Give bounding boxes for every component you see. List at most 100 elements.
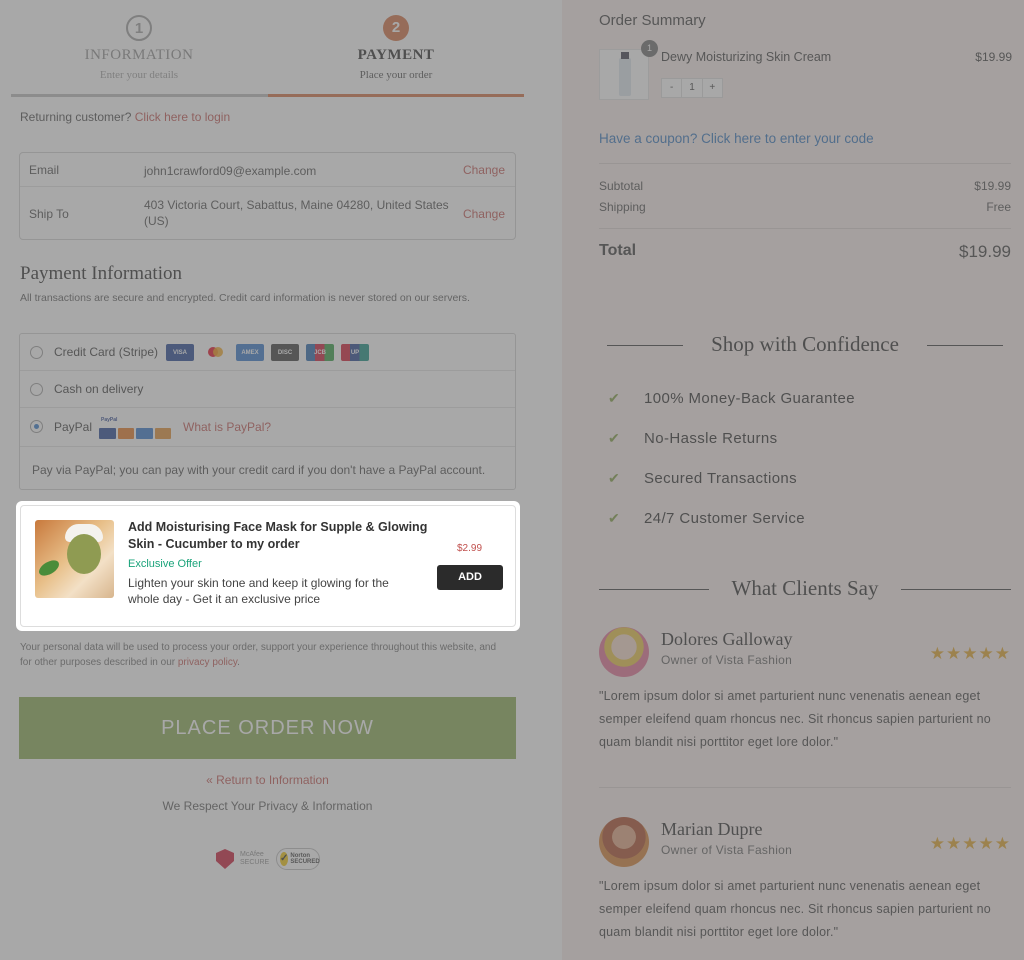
step-number: 1 [126, 15, 152, 41]
step-title: PAYMENT [357, 47, 435, 63]
payment-option-label: PayPal [54, 420, 93, 434]
confidence-item: ✔ No-Hassle Returns [608, 430, 778, 447]
confidence-item: ✔ 100% Money-Back Guarantee [608, 390, 855, 407]
offer-tag: Exclusive Offer [128, 558, 202, 570]
offer-title: Add Moisturising Face Mask for Supple & … [128, 520, 428, 551]
avatar [599, 817, 649, 867]
step-progress-bar [11, 94, 268, 97]
coupon-link[interactable]: Have a coupon? Click here to enter your … [599, 131, 874, 146]
avatar [599, 627, 649, 677]
reviewer-role: Owner of Vista Fashion [661, 653, 793, 667]
checkmark-icon: ✔ [608, 430, 621, 446]
personal-data-end: . [237, 657, 240, 668]
norton-badge: ✓ Norton SECURED [276, 848, 320, 870]
divider [599, 163, 1011, 164]
total-label: Total [599, 242, 637, 259]
subtotal-row: Subtotal $19.99 [599, 179, 1011, 193]
offer-price: $2.99 [457, 543, 483, 554]
confidence-item: ✔ 24/7 Customer Service [608, 510, 805, 527]
product-name: Dewy Moisturizing Skin Cream [661, 50, 832, 64]
confidence-label: No-Hassle Returns [644, 430, 778, 447]
discover-icon: DISC [271, 344, 299, 361]
order-summary-column: Order Summary 1 Dewy Moisturizing Skin C… [562, 0, 1024, 960]
personal-data-text: Your personal data will be used to proce… [20, 642, 497, 668]
confidence-title: Shop with Confidence [711, 332, 899, 356]
privacy-note: We Respect Your Privacy & Information [162, 799, 373, 813]
step-information[interactable]: 1 INFORMATION Enter your details [11, 13, 267, 97]
order-summary-title: Order Summary [599, 12, 706, 29]
confidence-heading: Shop with Confidence [599, 332, 1011, 357]
mastercard-icon [201, 344, 229, 361]
confidence-item: ✔ Secured Transactions [608, 470, 797, 487]
email-row: Email john1crawford09@example.com Change [20, 163, 515, 187]
step-subtitle: Enter your details [99, 69, 179, 81]
privacy-policy-link[interactable]: privacy policy [178, 657, 237, 668]
payment-option-paypal[interactable]: PayPal PayPal What is PayPal? [20, 408, 515, 447]
divider [599, 228, 1011, 229]
checkmark-icon: ✔ [608, 390, 621, 406]
shipping-row: Shipping Free [599, 200, 1011, 214]
amex-icon: AMEX [236, 344, 264, 361]
reviewer-name: Dolores Galloway [661, 629, 793, 649]
reviewer-role: Owner of Vista Fashion [661, 843, 793, 857]
what-is-paypal-link[interactable]: What is PayPal? [183, 420, 271, 434]
clients-heading: What Clients Say [599, 576, 1011, 601]
change-email-link[interactable]: Change [463, 163, 505, 177]
place-order-button[interactable]: PLACE ORDER NOW [19, 697, 516, 759]
norton-label: Norton SECURED [290, 853, 320, 865]
jcb-icon: JCB [306, 344, 334, 361]
change-address-link[interactable]: Change [463, 207, 505, 221]
radio-button-selected[interactable] [30, 420, 43, 433]
mcafee-label: McAfee SECURE [240, 851, 270, 866]
confidence-label: 24/7 Customer Service [644, 510, 805, 527]
ship-to-label: Ship To [29, 207, 69, 221]
payment-title: Payment Information [20, 263, 182, 284]
payment-methods: Credit Card (Stripe) VISA AMEX DISC JCB … [19, 333, 516, 490]
reviewer-name: Marian Dupre [661, 819, 763, 839]
personal-data-notice: Your personal data will be used to proce… [20, 640, 510, 670]
returning-text: Returning customer? [20, 110, 132, 124]
quantity-badge: 1 [641, 40, 658, 57]
payment-option-stripe[interactable]: Credit Card (Stripe) VISA AMEX DISC JCB … [20, 334, 515, 371]
payment-option-label: Cash on delivery [54, 382, 144, 396]
radio-button[interactable] [30, 383, 43, 396]
review-text: "Lorem ipsum dolor si amet parturient nu… [599, 879, 991, 939]
add-offer-button[interactable]: ADD [437, 565, 503, 590]
confidence-label: Secured Transactions [644, 470, 798, 487]
quantity-value[interactable]: 1 [681, 79, 703, 97]
review-card: Marian Dupre Owner of Vista Fashion ★★★★… [599, 817, 1011, 947]
decrease-button[interactable]: - [662, 79, 681, 97]
payment-option-cod[interactable]: Cash on delivery [20, 371, 515, 408]
heading-line [607, 345, 683, 346]
step-title: INFORMATION [84, 47, 194, 63]
product-thumbnail [599, 49, 649, 100]
offer-description: Lighten your skin tone and keep it glowi… [128, 576, 389, 606]
login-link[interactable]: Click here to login [135, 110, 230, 124]
product-price: $19.99 [975, 50, 1012, 64]
contact-review-box: Email john1crawford09@example.com Change… [19, 152, 516, 240]
bottle-icon [619, 52, 631, 96]
step-subtitle: Place your order [359, 69, 433, 81]
total-value: $19.99 [959, 242, 1011, 261]
radio-button[interactable] [30, 346, 43, 359]
step-progress-bar-active [268, 94, 524, 97]
step-payment[interactable]: 2 PAYMENT Place your order [268, 13, 524, 97]
step-number: 2 [383, 15, 409, 41]
review-card: Dolores Galloway Owner of Vista Fashion … [599, 627, 1011, 757]
card-icons: VISA AMEX DISC JCB UP [166, 344, 369, 361]
increase-button[interactable]: + [703, 79, 722, 97]
unionpay-icon: UP [341, 344, 369, 361]
paypal-note: Pay via PayPal; you can pay with your cr… [32, 463, 486, 477]
paypal-logos-icon: PayPal [99, 417, 171, 439]
heading-line [927, 345, 1003, 346]
clients-title: What Clients Say [731, 576, 879, 600]
payment-option-label: Credit Card (Stripe) [54, 345, 159, 359]
payment-description: All transactions are secure and encrypte… [20, 292, 470, 304]
ship-to-value: 403 Victoria Court, Sabattus, Maine 0428… [144, 198, 449, 228]
return-to-information-link[interactable]: « Return to Information [0, 773, 535, 787]
email-label: Email [29, 163, 60, 177]
face-mask-product-image [35, 520, 114, 598]
shipping-value: Free [986, 200, 1011, 214]
mcafee-icon [216, 849, 234, 869]
heading-line [901, 589, 1011, 590]
